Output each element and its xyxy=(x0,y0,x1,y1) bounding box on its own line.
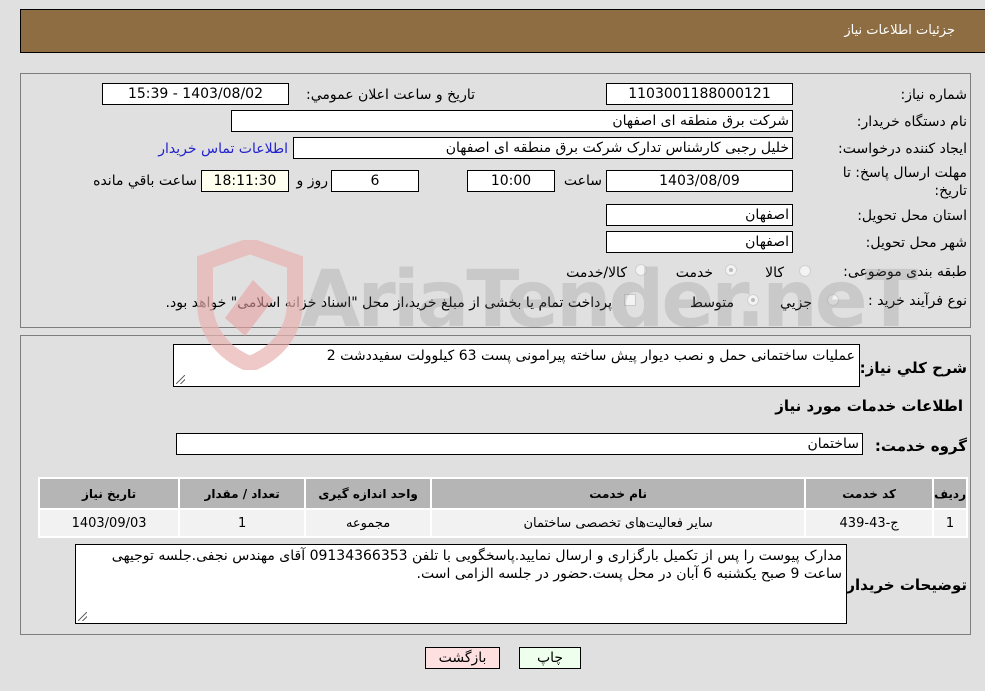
col-header-unit: واحد اندازه گیری xyxy=(306,479,431,508)
cell-service-name: سایر فعالیت‌های تخصصی ساختمان xyxy=(432,510,805,536)
category-option-goods: کالا xyxy=(765,265,784,281)
purchase-type-option-medium: متوسط xyxy=(690,295,734,311)
table-header-row: ردیف کد خدمت نام خدمت واحد اندازه گیری ت… xyxy=(40,479,966,508)
cell-unit: مجموعه xyxy=(306,510,431,536)
purchase-type-radio-medium[interactable] xyxy=(747,294,759,306)
summary-label: شرح كلي نياز: xyxy=(859,359,967,377)
buyer-contact-link[interactable]: اطلاعات تماس خریدار xyxy=(158,141,288,157)
print-button[interactable]: چاپ xyxy=(519,647,581,669)
category-radio-goods-service[interactable] xyxy=(635,264,647,276)
back-button[interactable]: بازگشت xyxy=(425,647,500,669)
province-field[interactable]: اصفهان xyxy=(606,204,793,226)
buyer-org-field[interactable]: شرکت برق منطقه ای اصفهان xyxy=(231,110,793,132)
city-label: شهر محل تحویل: xyxy=(865,235,967,251)
buyer-org-label: نام دستگاه خریدار: xyxy=(856,114,967,130)
deadline-time-label: ساعت xyxy=(563,173,602,189)
cell-quantity: 1 xyxy=(180,510,305,536)
buyer-notes-label: توضیحات خریدار: xyxy=(840,576,967,594)
deadline-label-line1: مهلت ارسال پاسخ: تا xyxy=(842,165,967,181)
treasury-note: پرداخت تمام یا بخشی از مبلغ خرید،از محل … xyxy=(165,295,612,311)
service-group-field[interactable]: ساختمان xyxy=(176,433,863,455)
services-section-title: اطلاعات خدمات مورد نیاز xyxy=(775,397,963,415)
time-remaining-label: ساعت باقي مانده xyxy=(93,173,197,189)
purchase-type-radio-minor[interactable] xyxy=(827,294,839,306)
purchase-type-label: نوع فرآیند خرید : xyxy=(868,293,967,309)
days-label: روز و xyxy=(296,173,329,189)
col-header-need-date: تاریخ نیاز xyxy=(40,479,179,508)
cell-need-date: 1403/09/03 xyxy=(40,510,179,536)
purchase-type-option-minor: جزيي xyxy=(780,295,812,311)
col-header-service-code: کد خدمت xyxy=(806,479,933,508)
time-remaining-field[interactable]: 18:11:30 xyxy=(201,170,289,192)
treasury-checkbox[interactable] xyxy=(624,294,636,306)
category-option-goods-service: کالا/خدمت xyxy=(566,265,627,281)
summary-textarea[interactable]: عملیات ساختمانی حمل و نصب دیوار پیش ساخت… xyxy=(173,344,860,387)
service-group-label: گروه خدمت: xyxy=(874,437,967,455)
cell-row-no: 1 xyxy=(934,510,966,536)
table-row: 1 ج-43-439 سایر فعالیت‌های تخصصی ساختمان… xyxy=(40,510,966,536)
col-header-quantity: تعداد / مقدار xyxy=(180,479,305,508)
deadline-time-field[interactable]: 10:00 xyxy=(467,170,555,192)
deadline-date-field[interactable]: 1403/08/09 xyxy=(606,170,793,192)
resize-grip-icon[interactable] xyxy=(78,612,87,621)
category-radio-service[interactable] xyxy=(725,264,737,276)
requester-field[interactable]: خلیل رجبی کارشناس تدارک شرکت برق منطقه ا… xyxy=(293,137,793,159)
category-option-service: خدمت xyxy=(675,265,713,281)
page-header: جزئیات اطلاعات نیاز xyxy=(20,9,985,53)
need-number-label: شماره نیاز: xyxy=(900,87,968,103)
col-header-service-name: نام خدمت xyxy=(432,479,805,508)
col-header-row-no: ردیف xyxy=(934,479,966,508)
services-table-wrap: ردیف کد خدمت نام خدمت واحد اندازه گیری ت… xyxy=(38,477,968,538)
resize-grip-icon[interactable] xyxy=(176,375,185,384)
need-number-field[interactable]: 1103001188000121 xyxy=(606,83,793,105)
announce-datetime-label: تاریخ و ساعت اعلان عمومي: xyxy=(306,87,475,103)
province-label: استان محل تحویل: xyxy=(857,208,967,224)
buyer-notes-textarea[interactable]: مدارک پیوست را پس از تکمیل بارگزاری و ار… xyxy=(75,544,847,624)
buyer-notes-text: مدارک پیوست را پس از تکمیل بارگزاری و ار… xyxy=(111,548,842,582)
cell-service-code: ج-43-439 xyxy=(806,510,933,536)
page-title: جزئیات اطلاعات نیاز xyxy=(844,23,955,38)
summary-text: عملیات ساختمانی حمل و نصب دیوار پیش ساخت… xyxy=(326,348,855,364)
category-label: طبقه بندی موضوعی: xyxy=(843,264,967,280)
announce-datetime-field[interactable]: 1403/08/02 - 15:39 xyxy=(102,83,289,105)
requester-label: ایجاد کننده درخواست: xyxy=(838,141,967,157)
category-radio-goods[interactable] xyxy=(799,265,811,277)
days-remaining-field[interactable]: 6 xyxy=(331,170,419,192)
city-field[interactable]: اصفهان xyxy=(606,231,793,253)
services-table: ردیف کد خدمت نام خدمت واحد اندازه گیری ت… xyxy=(38,477,968,538)
deadline-label-line2: تاریخ: xyxy=(934,183,967,199)
